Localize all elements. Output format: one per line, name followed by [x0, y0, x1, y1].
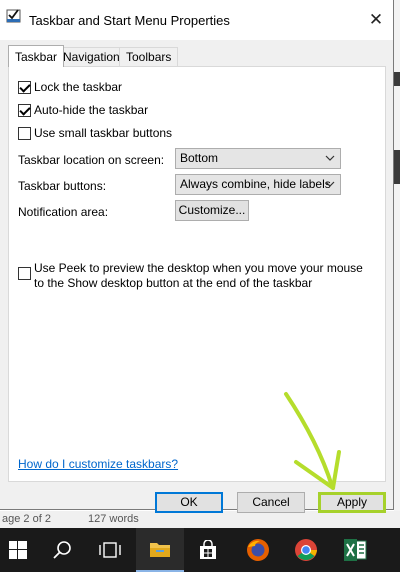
- location-value: Bottom: [180, 151, 219, 165]
- tab-navigation[interactable]: Navigation: [56, 47, 127, 66]
- store-button[interactable]: [184, 528, 232, 572]
- buttons-label: Taskbar buttons:: [18, 179, 107, 193]
- peek-checkbox[interactable]: [18, 267, 31, 280]
- tab-toolbars[interactable]: Toolbars: [119, 47, 179, 66]
- close-button[interactable]: ✕: [359, 6, 393, 34]
- taskbar-properties-icon: [6, 9, 21, 23]
- chevron-down-icon: [325, 181, 335, 187]
- chrome-button[interactable]: [282, 528, 330, 572]
- excel-button[interactable]: [331, 528, 379, 572]
- properties-dialog: Taskbar and Start Menu Properties ✕ Task…: [0, 0, 394, 510]
- firefox-button[interactable]: [234, 528, 282, 572]
- help-link[interactable]: How do I customize taskbars?: [18, 457, 178, 471]
- small-buttons-checkbox[interactable]: [18, 127, 31, 140]
- autohide-taskbar-checkbox[interactable]: [18, 104, 31, 117]
- autohide-taskbar-label: Auto-hide the taskbar: [34, 103, 149, 117]
- background-app-edge: [394, 0, 400, 528]
- apply-button[interactable]: Apply: [318, 492, 386, 513]
- background-marker: [394, 150, 400, 184]
- buttons-value: Always combine, hide labels: [180, 177, 331, 191]
- peek-option[interactable]: Use Peek to preview the desktop when you…: [18, 261, 368, 293]
- ok-button[interactable]: OK: [155, 492, 223, 513]
- buttons-dropdown[interactable]: Always combine, hide labels: [175, 174, 341, 195]
- cancel-button[interactable]: Cancel: [237, 492, 305, 513]
- peek-label: Use Peek to preview the desktop when you…: [34, 261, 363, 290]
- lock-taskbar-label: Lock the taskbar: [34, 80, 123, 94]
- store-icon: [200, 540, 216, 559]
- task-view-button[interactable]: [86, 528, 134, 572]
- tab-taskbar[interactable]: Taskbar: [8, 45, 65, 67]
- background-status-bar: age 2 of 2 127 words: [0, 511, 400, 528]
- location-dropdown[interactable]: Bottom: [175, 148, 341, 169]
- notification-label: Notification area:: [18, 205, 109, 219]
- firefox-icon: [247, 539, 269, 561]
- small-buttons-option[interactable]: Use small taskbar buttons: [18, 126, 172, 142]
- title-bar[interactable]: Taskbar and Start Menu Properties ✕: [0, 0, 393, 40]
- search-icon: [53, 541, 71, 559]
- chevron-down-icon: [325, 155, 335, 161]
- excel-icon: [344, 539, 367, 561]
- page-count-text: age 2 of 2: [2, 513, 51, 525]
- task-view-icon: [99, 542, 121, 558]
- start-button[interactable]: [0, 528, 42, 572]
- file-explorer-icon: [150, 543, 170, 557]
- autohide-taskbar-option[interactable]: Auto-hide the taskbar: [18, 103, 148, 119]
- background-marker: [394, 72, 400, 86]
- lock-taskbar-checkbox[interactable]: [18, 81, 31, 94]
- customize-button[interactable]: Customize...: [175, 200, 249, 221]
- windows-taskbar: [0, 528, 400, 572]
- lock-taskbar-option[interactable]: Lock the taskbar: [18, 80, 122, 96]
- file-explorer-button[interactable]: [136, 528, 184, 572]
- small-buttons-label: Use small taskbar buttons: [34, 126, 173, 140]
- chrome-icon: [295, 539, 317, 561]
- location-label: Taskbar location on screen:: [18, 153, 165, 167]
- word-count-text: 127 words: [88, 513, 139, 525]
- close-icon: ✕: [368, 10, 384, 29]
- window-title: Taskbar and Start Menu Properties: [29, 13, 230, 28]
- windows-start-icon: [9, 541, 27, 559]
- search-button[interactable]: [38, 528, 86, 572]
